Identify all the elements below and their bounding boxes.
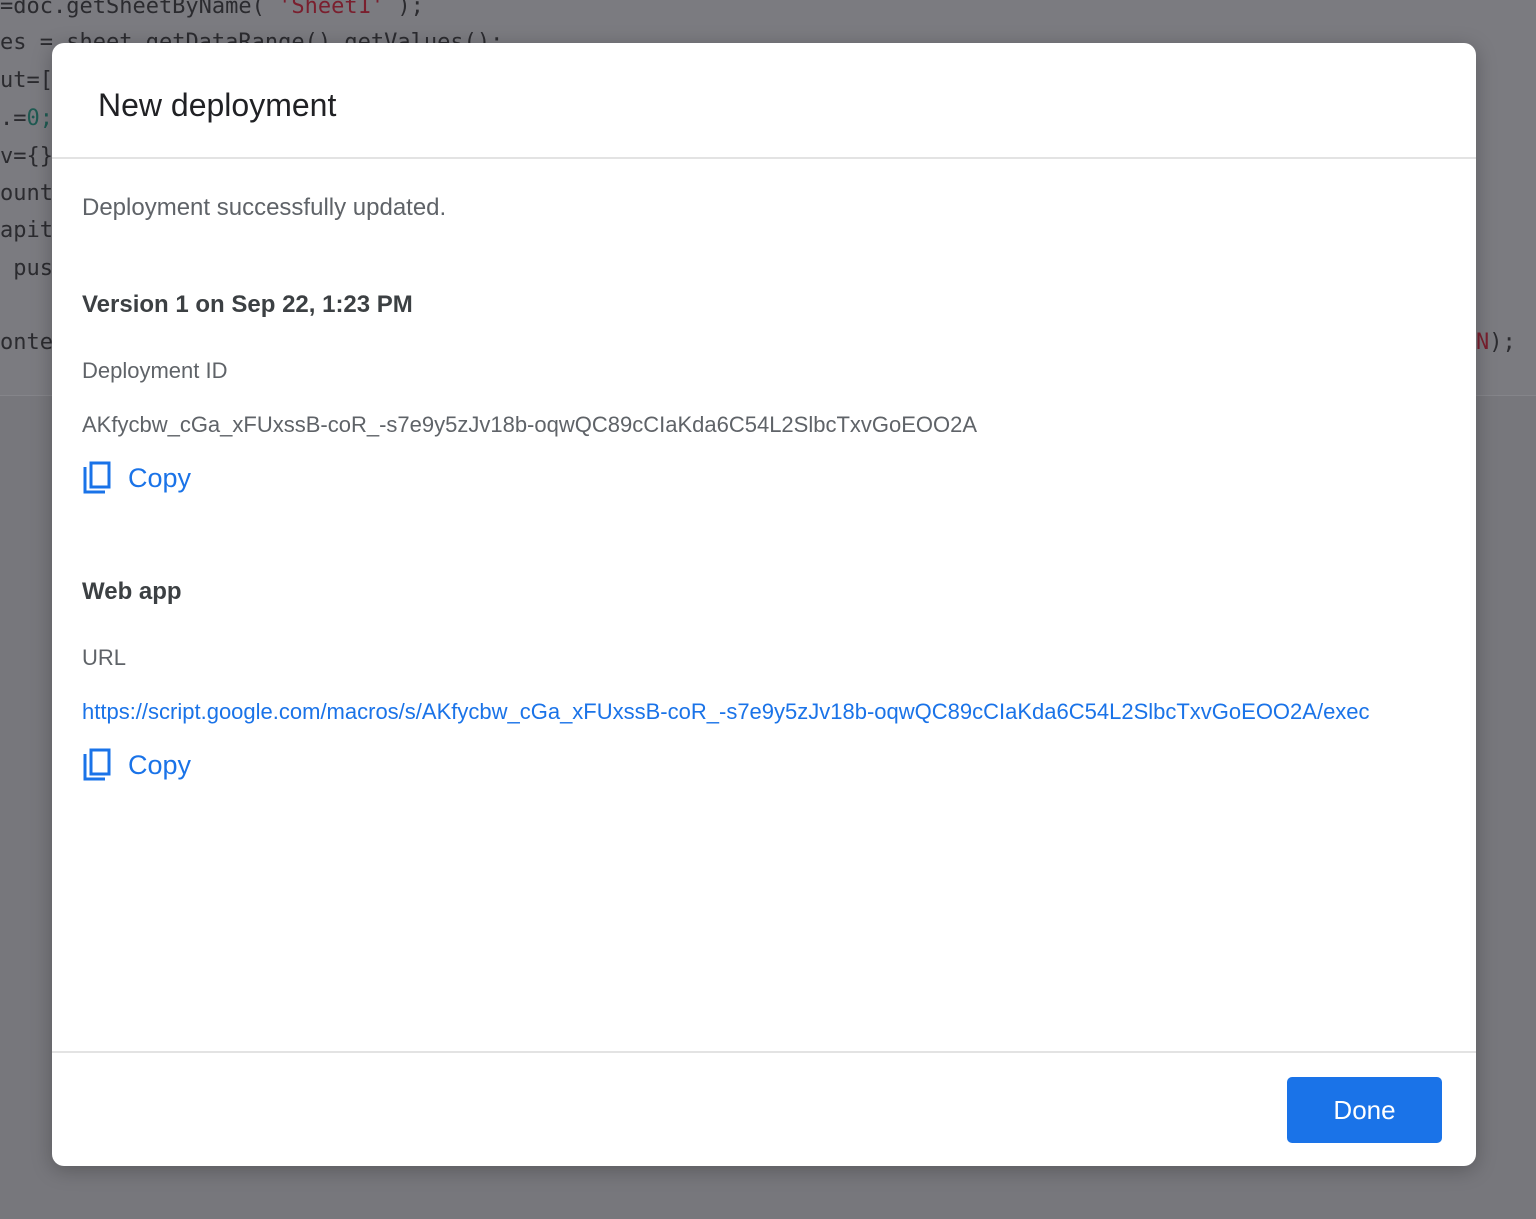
copy-url-button[interactable]: Copy	[82, 748, 191, 782]
deployment-id-label: Deployment ID	[82, 358, 228, 383]
version-heading: Version 1 on Sep 22, 1:23 PM	[82, 291, 413, 318]
copy-label: Copy	[128, 749, 192, 780]
code-line: ount	[0, 181, 53, 206]
code-line: pus	[0, 256, 53, 281]
code-line: apit	[0, 218, 53, 243]
code-line: onte	[0, 330, 53, 355]
code-line: ut=[	[0, 68, 53, 93]
code-line: .=0;	[0, 106, 53, 131]
header-divider	[52, 157, 1476, 159]
footer-divider	[52, 1051, 1476, 1053]
copy-icon	[83, 748, 111, 781]
status-message: Deployment successfully updated.	[82, 194, 447, 221]
new-deployment-dialog: New deployment Deployment successfully u…	[52, 43, 1476, 1166]
url-label: URL	[82, 645, 127, 670]
code-line: =doc.getSheetByName( 'Sheet1' );	[0, 0, 424, 19]
code-line: v={}	[0, 144, 53, 169]
deployment-id-value: AKfycbw_cGa_xFUxssB-coR_-s7e9y5zJv18b-oq…	[82, 412, 978, 437]
web-app-url-link[interactable]: https://script.google.com/macros/s/AKfyc…	[82, 699, 1444, 725]
copy-deployment-id-button[interactable]: Copy	[82, 461, 191, 495]
copy-icon	[83, 461, 111, 494]
copy-label: Copy	[128, 462, 192, 493]
done-button[interactable]: Done	[1287, 1077, 1442, 1143]
dialog-title: New deployment	[98, 87, 337, 123]
web-app-heading: Web app	[82, 578, 182, 605]
code-line: N);	[1476, 330, 1516, 355]
